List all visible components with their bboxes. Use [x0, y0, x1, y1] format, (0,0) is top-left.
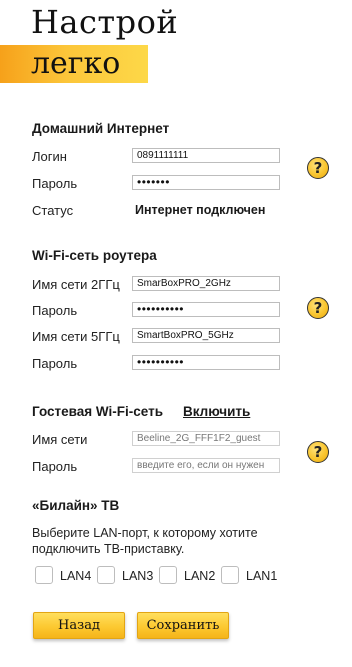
- lan3-label: LAN3: [122, 569, 154, 583]
- brand-subtitle: легко: [31, 46, 121, 81]
- brand-title: Настрой: [31, 3, 179, 41]
- checkbox-box[interactable]: [221, 566, 239, 584]
- password-24-label: Пароль: [32, 303, 78, 318]
- tv-title: «Билайн» ТВ: [32, 498, 120, 513]
- status-value: Интернет подключен: [135, 203, 266, 217]
- lan4-label: LAN4: [60, 569, 92, 583]
- status-label: Статус: [32, 203, 74, 218]
- ssid-24-label: Имя сети 2ГГц: [32, 277, 120, 292]
- checkbox-box[interactable]: [35, 566, 53, 584]
- password-24-input[interactable]: ••••••••••: [132, 302, 280, 317]
- home-internet-title: Домашний Интернет: [32, 121, 170, 136]
- help-icon-wifi[interactable]: ?: [307, 297, 329, 319]
- tv-description: Выберите LAN-порт, к которому хотите под…: [32, 526, 258, 556]
- back-button[interactable]: Назад: [33, 612, 125, 639]
- lan1-label: LAN1: [246, 569, 278, 583]
- guest-password-input[interactable]: введите его, если он нужен: [132, 458, 280, 473]
- lan2-label: LAN2: [184, 569, 216, 583]
- guest-password-label: Пароль: [32, 459, 78, 474]
- password-label: Пароль: [32, 176, 78, 191]
- password-input[interactable]: •••••••: [132, 175, 280, 190]
- help-icon-home-internet[interactable]: ?: [307, 157, 329, 179]
- ssid-5-input[interactable]: SmartBoxPRO_5GHz: [132, 328, 280, 343]
- wifi-title: Wi-Fi-сеть роутера: [32, 248, 157, 263]
- ssid-5-label: Имя сети 5ГГц: [32, 329, 120, 344]
- ssid-24-input[interactable]: SmarBoxPRO_2GHz: [132, 276, 280, 291]
- guest-enable-link[interactable]: Включить: [183, 404, 250, 419]
- guest-wifi-title: Гостевая Wi-Fi-сеть: [32, 404, 164, 419]
- checkbox-box[interactable]: [97, 566, 115, 584]
- guest-ssid-input[interactable]: Beeline_2G_FFF1F2_guest: [132, 431, 280, 446]
- login-label: Логин: [32, 149, 67, 164]
- password-5-input[interactable]: ••••••••••: [132, 355, 280, 370]
- guest-ssid-label: Имя сети: [32, 432, 88, 447]
- help-icon-guest[interactable]: ?: [307, 441, 329, 463]
- login-input[interactable]: 0891111111: [132, 148, 280, 163]
- save-button[interactable]: Сохранить: [137, 612, 229, 639]
- password-5-label: Пароль: [32, 356, 78, 371]
- checkbox-box[interactable]: [159, 566, 177, 584]
